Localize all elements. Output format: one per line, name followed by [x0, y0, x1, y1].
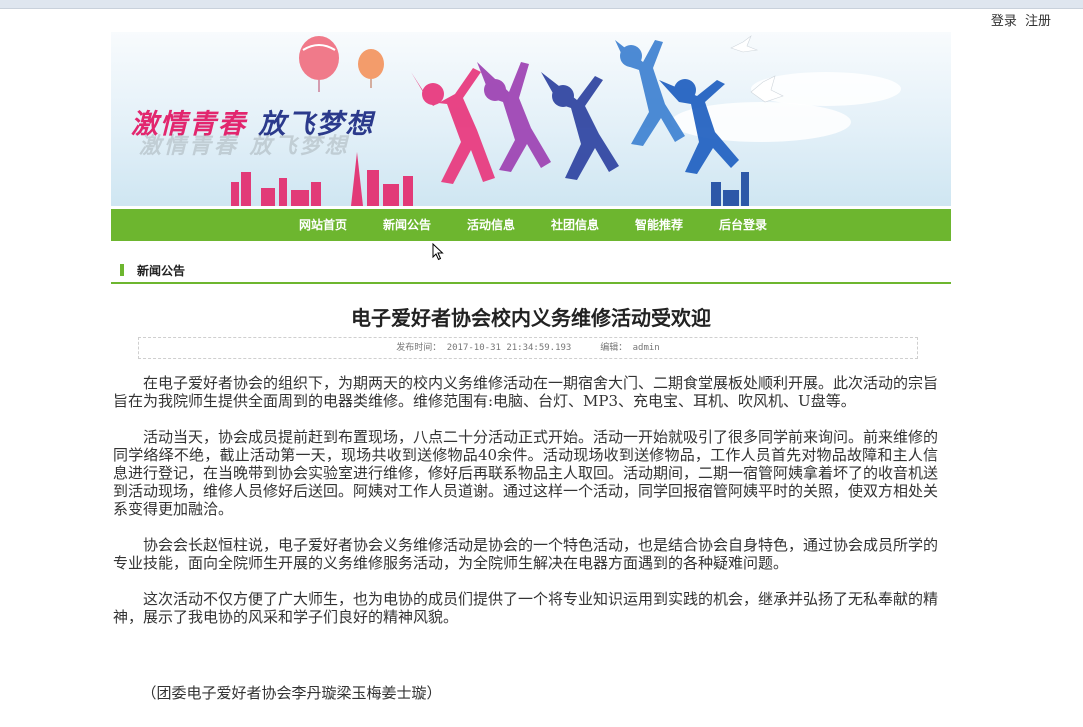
section-marker	[120, 264, 124, 276]
login-link[interactable]: 登录	[991, 14, 1017, 29]
nav-item-home[interactable]: 网站首页	[281, 209, 365, 241]
article-paragraph: 活动当天，协会成员提前赶到布置现场，八点二十分活动正式开始。活动一开始就吸引了很…	[113, 428, 939, 518]
main-nav-bar: 网站首页 新闻公告 活动信息 社团信息 智能推荐 后台登录	[111, 209, 951, 241]
article-meta: 发布时间： 2017-10-31 21:34:59.193 编辑： admin	[138, 337, 918, 359]
register-link[interactable]: 注册	[1025, 14, 1051, 29]
editor-label: 编辑：	[600, 343, 628, 353]
banner-slogan-shadow: 激情青春 放飞梦想	[139, 133, 350, 159]
publish-label: 发布时间：	[396, 343, 442, 353]
jumping-people-icon	[411, 40, 739, 184]
article-body: 在电子爱好者协会的组织下，为期两天的校内义务维修活动在一期宿舍大门、二期食堂展板…	[113, 374, 938, 720]
section-title: 新闻公告	[137, 264, 186, 278]
dove-icon	[730, 35, 784, 103]
nav-item-activities[interactable]: 活动信息	[449, 209, 533, 241]
site-banner: 激情青春 放飞梦想 激情青春 放飞梦想	[111, 32, 951, 206]
editor-name: admin	[632, 343, 660, 353]
article-title: 电子爱好者协会校内义务维修活动受欢迎	[351, 306, 711, 330]
nav-item-news[interactable]: 新闻公告	[365, 209, 449, 241]
publish-time: 2017-10-31 21:34:59.193	[446, 343, 572, 353]
top-auth-links: 登录 注册	[991, 10, 1051, 29]
balloon-icon	[299, 36, 384, 92]
nav-item-admin-login[interactable]: 后台登录	[701, 209, 785, 241]
article-paragraph: 这次活动不仅方便了广大师生，也为电协的成员们提供了一个将专业知识运用到实践的机会…	[113, 590, 939, 626]
browser-top-strip	[0, 0, 1083, 9]
city-skyline-icon	[231, 152, 413, 206]
section-header: 新闻公告	[111, 256, 951, 284]
nav-item-recommend[interactable]: 智能推荐	[617, 209, 701, 241]
main-nav-list: 网站首页 新闻公告 活动信息 社团信息 智能推荐 后台登录	[281, 209, 785, 241]
article-paragraph: 在电子爱好者协会的组织下，为期两天的校内义务维修活动在一期宿舍大门、二期食堂展板…	[113, 374, 939, 410]
article-paragraph: 协会会长赵恒柱说，电子爱好者协会义务维修活动是协会的一个特色活动，也是结合协会自…	[113, 536, 939, 572]
article-signature: （团委电子爱好者协会李丹璇梁玉梅姜士璇）	[141, 684, 442, 702]
city-skyline-right-icon	[711, 172, 749, 206]
nav-item-clubs[interactable]: 社团信息	[533, 209, 617, 241]
